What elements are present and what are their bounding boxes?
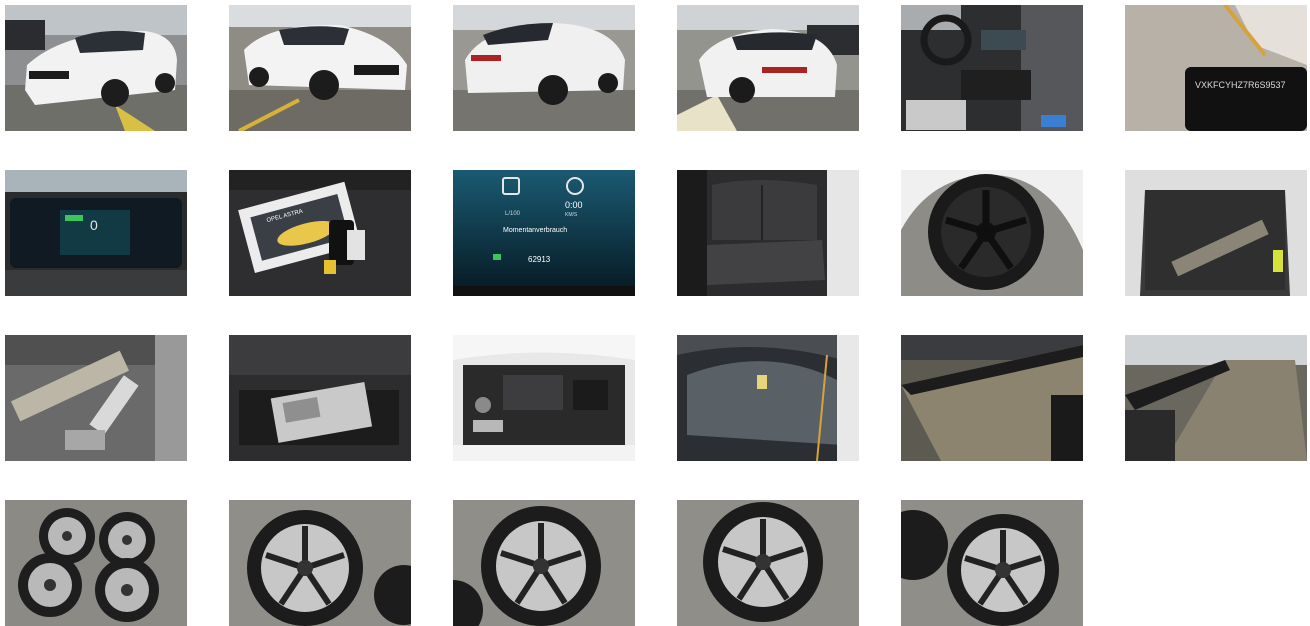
photo-four-rims[interactable] (5, 500, 187, 626)
photo-interior-cockpit[interactable] (901, 5, 1083, 131)
car-rear-right-image (677, 5, 859, 131)
trunk-image (1125, 170, 1307, 296)
engine-bay-image (453, 335, 635, 461)
photo-rim-2[interactable] (453, 500, 635, 626)
photo-gallery: VXKFCYHZ7R6S9537 0 OPEL ASTRA L/100 0:00… (0, 0, 1310, 626)
instrument-cluster-image: 0 (5, 170, 187, 296)
vin-plate-image: VXKFCYHZ7R6S9537 (1125, 5, 1307, 131)
owners-manual-image: OPEL ASTRA (229, 170, 411, 296)
svg-text:0: 0 (90, 217, 98, 233)
roof-right-image (1125, 335, 1307, 461)
photo-windshield[interactable] (677, 335, 859, 461)
photo-rim-1[interactable] (229, 500, 411, 626)
roof-left-image (901, 335, 1083, 461)
photo-rear-seats[interactable] (677, 170, 859, 296)
wheel-mounted-image (901, 170, 1083, 296)
rim-1-image (229, 500, 411, 626)
four-rims-image (5, 500, 187, 626)
cargo-cover-image (5, 335, 187, 461)
distance-unit-label: KM/S (565, 212, 578, 218)
photo-trunk[interactable] (1125, 170, 1307, 296)
rim-2-image (453, 500, 635, 626)
time-label: 0:00 (565, 200, 583, 210)
photo-car-front-right[interactable] (229, 5, 411, 131)
car-front-right-image (229, 5, 411, 131)
photo-underfloor-compartment[interactable] (229, 335, 411, 461)
photo-vin-plate[interactable]: VXKFCYHZ7R6S9537 (1125, 5, 1307, 131)
photo-wheel-mounted[interactable] (901, 170, 1083, 296)
vin-text: VXKFCYHZ7R6S9537 (1195, 80, 1286, 90)
underfloor-compartment-image (229, 335, 411, 461)
windshield-image (677, 335, 859, 461)
car-front-left-image (5, 5, 187, 131)
photo-consumption-display[interactable]: L/100 0:00 KM/S Momentanverbrauch 62913 (453, 170, 635, 296)
photo-rim-4[interactable] (901, 500, 1083, 626)
interior-cockpit-image (901, 5, 1083, 131)
rear-seats-image (677, 170, 859, 296)
consumption-display-image: L/100 0:00 KM/S Momentanverbrauch 62913 (453, 170, 635, 296)
photo-roof-left[interactable] (901, 335, 1083, 461)
photo-instrument-cluster[interactable]: 0 (5, 170, 187, 296)
photo-cargo-cover[interactable] (5, 335, 187, 461)
rim-3-image (677, 500, 859, 626)
photo-car-rear-left[interactable] (453, 5, 635, 131)
photo-owners-manual-and-keys[interactable]: OPEL ASTRA (229, 170, 411, 296)
photo-rim-3[interactable] (677, 500, 859, 626)
odometer-value: 62913 (528, 255, 551, 264)
unit-label: L/100 (505, 211, 521, 217)
rim-4-image (901, 500, 1083, 626)
photo-roof-right[interactable] (1125, 335, 1307, 461)
car-rear-left-image (453, 5, 635, 131)
photo-car-front-left[interactable] (5, 5, 187, 131)
photo-car-rear-right[interactable] (677, 5, 859, 131)
display-title: Momentanverbrauch (503, 227, 567, 234)
photo-engine-bay[interactable] (453, 335, 635, 461)
